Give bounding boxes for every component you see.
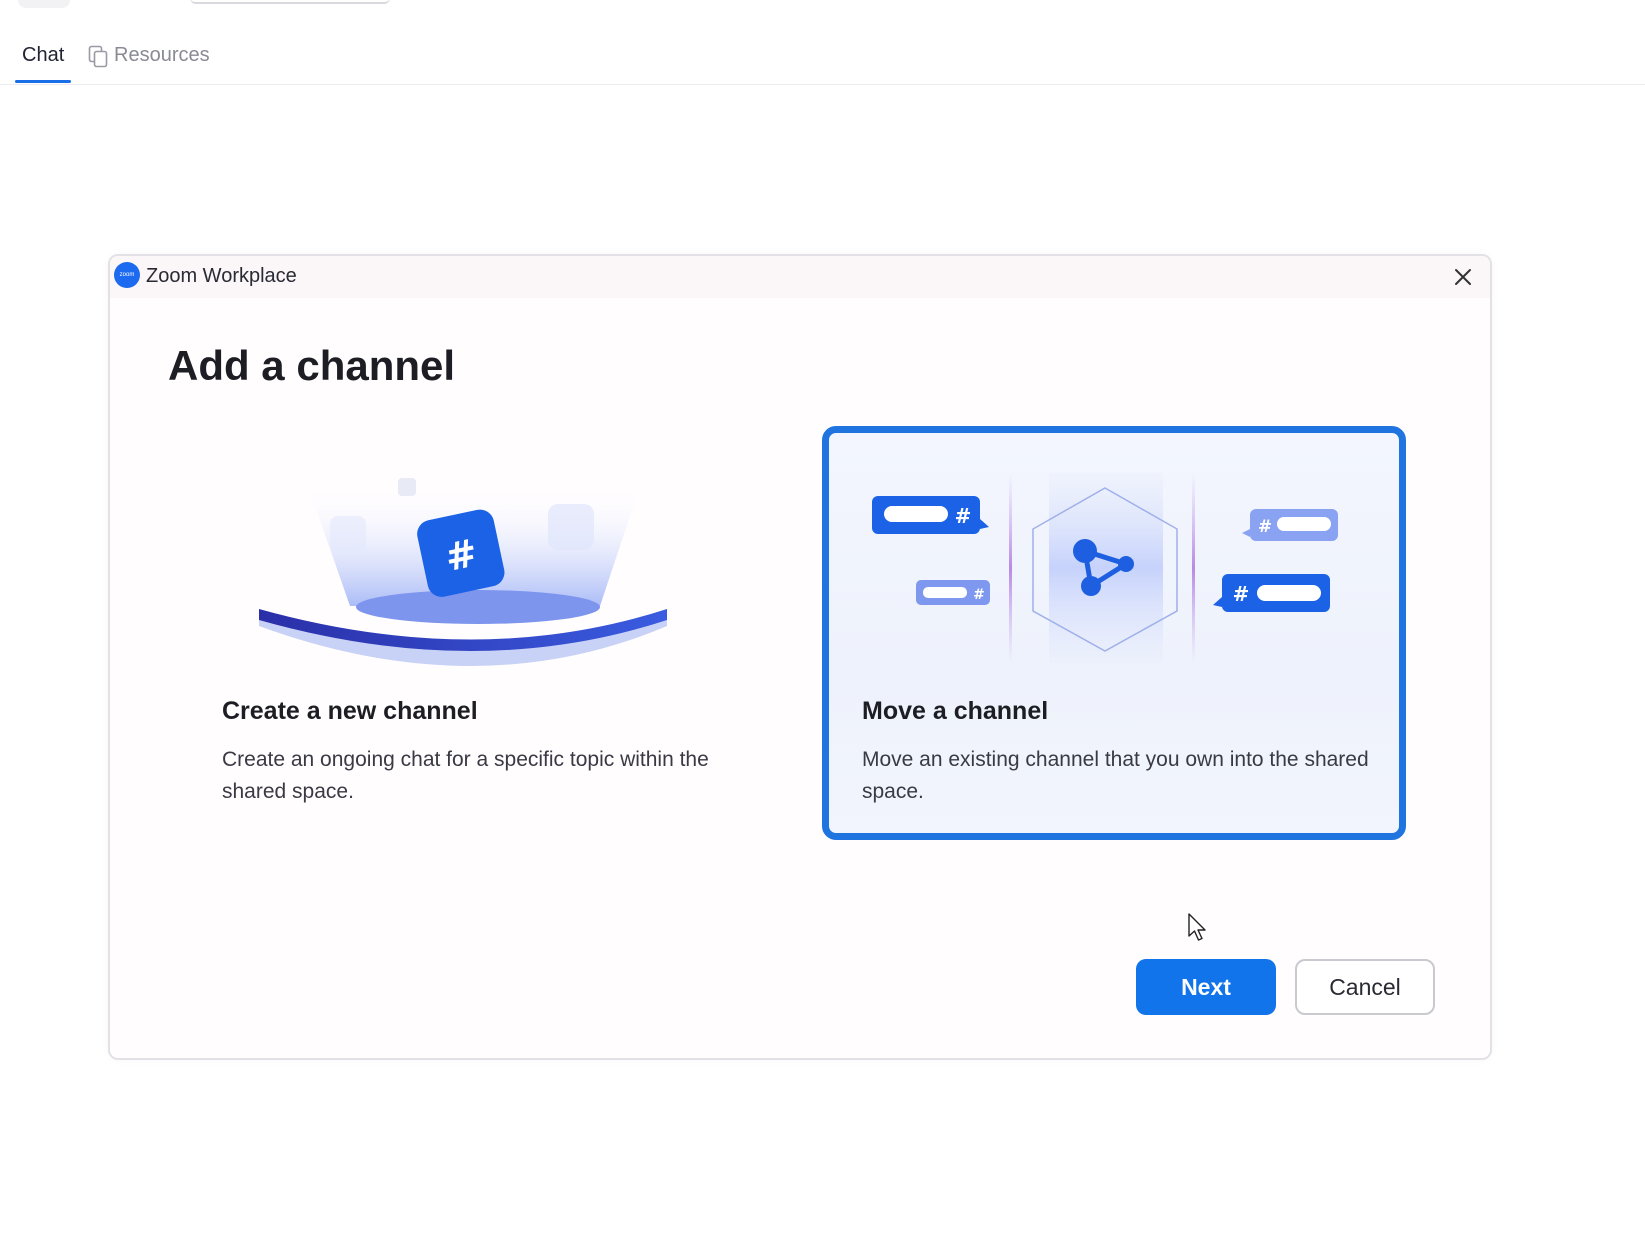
next-button[interactable]: Next	[1136, 959, 1276, 1015]
add-channel-dialog: zoom Zoom Workplace Add a channel # Crea…	[108, 254, 1492, 1060]
copy-files-icon	[88, 45, 108, 68]
svg-text:#: #	[973, 587, 985, 603]
option-create-title: Create a new channel	[222, 697, 478, 725]
active-tab-indicator	[15, 80, 71, 83]
cancel-button[interactable]: Cancel	[1295, 959, 1435, 1015]
create-channel-illustration: #	[259, 478, 667, 666]
tab-chat-label: Chat	[22, 44, 65, 66]
option-move-description: Move an existing channel that you own in…	[862, 748, 1369, 803]
tab-bar: Chat Resources	[0, 0, 1645, 85]
option-create-channel[interactable]: # Create a new channel Create an ongoing…	[200, 426, 784, 840]
option-create-description: Create an ongoing chat for a specific to…	[222, 748, 709, 803]
tab-resources-label: Resources	[114, 44, 210, 66]
dialog-titlebar: zoom Zoom Workplace	[110, 256, 1490, 298]
tab-resources[interactable]: Resources	[88, 44, 210, 84]
mouse-pointer-icon	[1188, 913, 1206, 941]
svg-text:#: #	[955, 504, 972, 528]
header-remnant	[18, 0, 70, 8]
header-remnant-2	[190, 0, 390, 4]
option-move-channel[interactable]: # # # # Move a channel Move an existing …	[822, 426, 1406, 840]
app-title: Zoom Workplace	[146, 265, 297, 287]
svg-text:#: #	[1233, 582, 1250, 606]
close-icon	[1455, 269, 1471, 285]
tab-chat[interactable]: Chat	[15, 44, 71, 84]
dialog-heading: Add a channel	[168, 342, 456, 389]
svg-text:#: #	[1258, 517, 1272, 537]
close-button[interactable]	[1450, 264, 1476, 290]
zoom-logo-icon: zoom	[114, 262, 140, 288]
option-move-title: Move a channel	[862, 697, 1049, 725]
move-channel-illustration: # # # #	[872, 473, 1338, 663]
